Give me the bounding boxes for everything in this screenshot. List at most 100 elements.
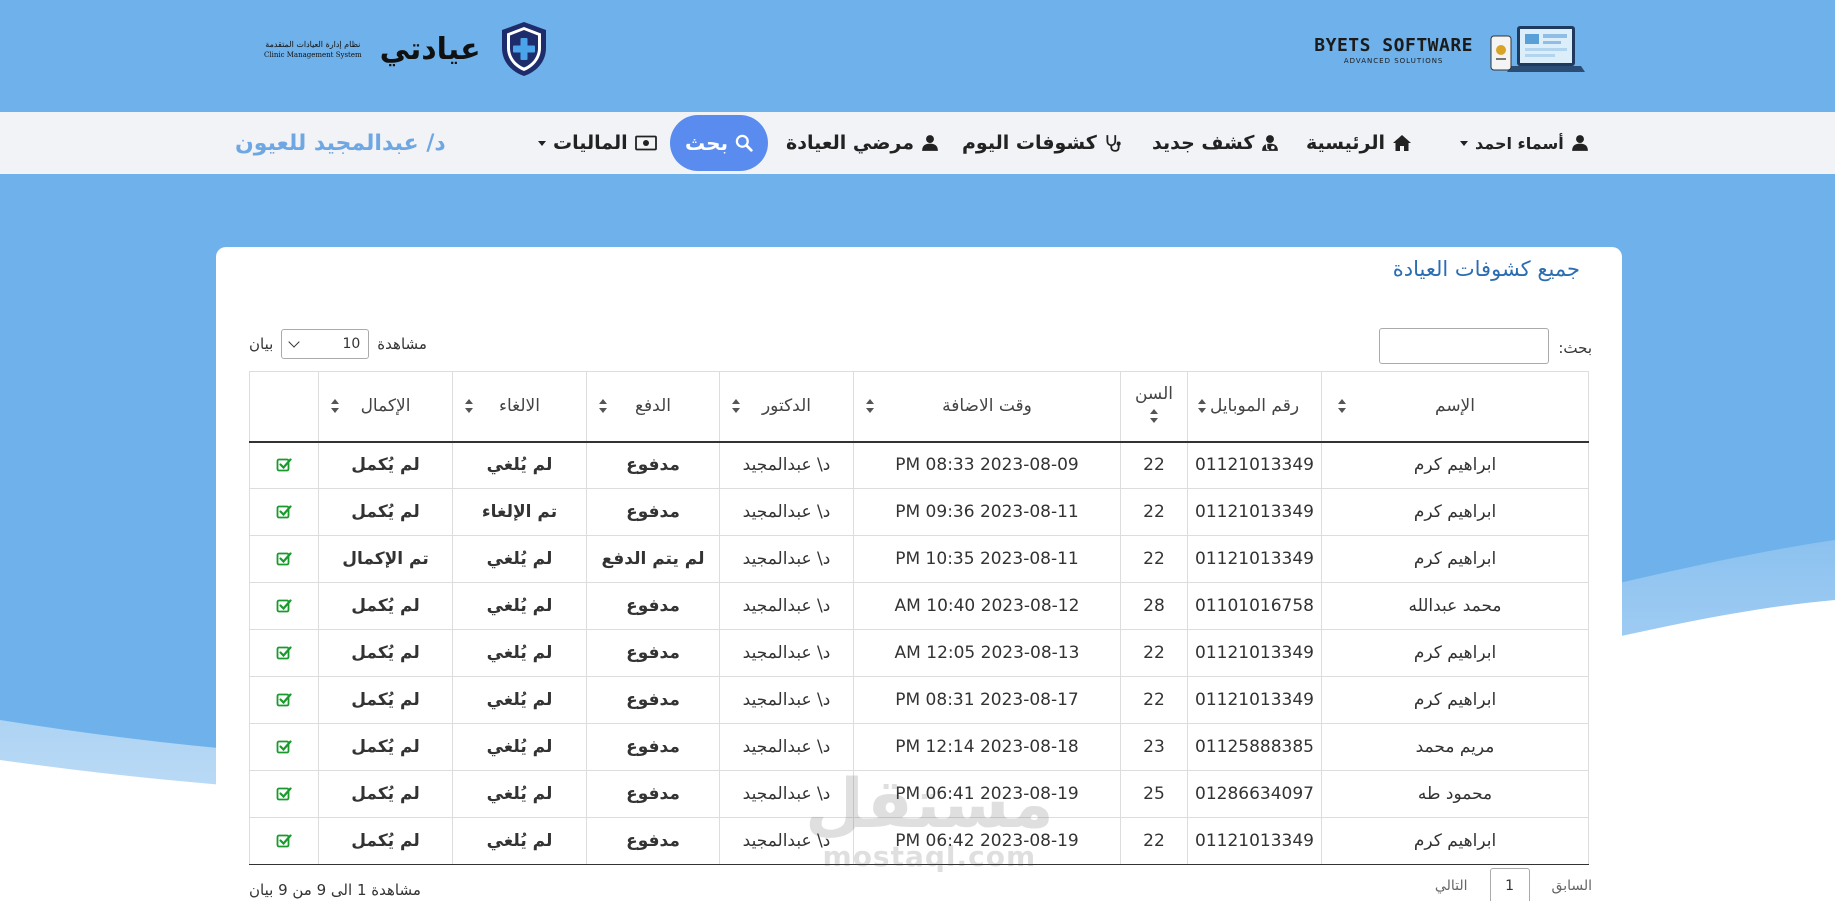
check-square-icon (276, 505, 292, 519)
table-row: ابراهيم كرم 01121013349 22 PM 06:42 2023-08… (249, 817, 1589, 865)
cell-payment: مدفوع (586, 817, 720, 865)
table-row: ابراهيم كرم 01121013349 22 AM 12:05 2023-08… (249, 629, 1589, 677)
system-name-ar: نظام إدارة العيادات المتقدمة (265, 39, 361, 49)
cell-doctor: د\ عبدالمجيد (719, 676, 854, 724)
nav-clinic-patients[interactable]: مرضي العيادة (786, 112, 939, 174)
next-page-button[interactable]: التالي (1435, 878, 1468, 894)
cell-name: مريم محمد (1321, 723, 1589, 771)
cell-added-time: PM 08:31 2023-08-17 (853, 676, 1121, 724)
complete-action-button[interactable] (249, 582, 319, 630)
nav-home[interactable]: الرئيسية (1306, 112, 1412, 174)
column-header-mobile[interactable]: رقم الموبايل (1187, 371, 1322, 443)
page-title: جميع كشوفات العيادة (1392, 257, 1580, 281)
length-suffix: بيان (249, 335, 274, 353)
exams-card: جميع كشوفات العيادة بحث: مشاهدة 10 بيان … (216, 247, 1622, 901)
exams-table: الإسم رقم الموبايل السن وقت الاضافة الدك… (249, 371, 1589, 865)
complete-action-button[interactable] (249, 535, 319, 583)
table-row: ابراهيم كرم 01121013349 22 PM 09:36 2023-08… (249, 488, 1589, 536)
column-header-complete[interactable]: الإكمال (318, 371, 453, 443)
shield-cross-icon (501, 22, 546, 76)
check-square-icon (276, 458, 292, 472)
search-button[interactable]: بحث (670, 115, 768, 171)
length-prefix: مشاهدة (377, 335, 427, 353)
nav-new-exam[interactable]: كشف جديد (1152, 112, 1279, 174)
nav-today-exams[interactable]: كشوفات اليوم (962, 112, 1122, 174)
complete-action-button[interactable] (249, 723, 319, 771)
sort-icon (732, 399, 740, 414)
nav-clinic-patients-label: مرضي العيادة (786, 132, 915, 154)
column-header-age[interactable]: السن (1120, 371, 1188, 443)
column-header-actions (249, 371, 319, 443)
previous-page-button[interactable]: السابق (1552, 878, 1592, 894)
cell-cancel: تم الإلغاء (452, 488, 587, 536)
user-icon (922, 135, 938, 151)
cell-complete: تم الإكمال (318, 535, 453, 583)
table-row: محمود طه 01286634097 25 PM 06:41 2023-08-19… (249, 770, 1589, 818)
table-row: مريم محمد 01125888385 23 PM 12:14 2023-08-1… (249, 723, 1589, 771)
cell-age: 22 (1120, 488, 1188, 536)
cell-age: 22 (1120, 535, 1188, 583)
cell-payment: مدفوع (586, 441, 720, 489)
byets-subtitle: ADVANCED SOLUTIONS (1343, 57, 1444, 65)
doctor-icon (1262, 135, 1279, 151)
stethoscope-icon (1106, 135, 1121, 152)
cell-name: ابراهيم كرم (1321, 629, 1589, 677)
page-number-button[interactable]: 1 (1489, 868, 1530, 901)
cell-cancel: لم يُلغي (452, 723, 587, 771)
cell-mobile: 01121013349 (1187, 629, 1322, 677)
byets-title: BYETS SOFTWARE (1314, 35, 1473, 56)
column-header-added-time[interactable]: وقت الاضافة (853, 371, 1121, 443)
cell-added-time: PM 06:42 2023-08-19 (853, 817, 1121, 865)
cell-complete: لم يُكمل (318, 817, 453, 865)
complete-action-button[interactable] (249, 629, 319, 677)
cell-cancel: لم يُلغي (452, 770, 587, 818)
complete-action-button[interactable] (249, 770, 319, 818)
complete-action-button[interactable] (249, 488, 319, 536)
cell-added-time: PM 08:33 2023-08-09 (853, 441, 1121, 489)
complete-action-button[interactable] (249, 676, 319, 724)
cell-age: 22 (1120, 676, 1188, 724)
sort-icon (331, 399, 339, 414)
cell-complete: لم يُكمل (318, 441, 453, 489)
cell-name: ابراهيم كرم (1321, 676, 1589, 724)
cell-complete: لم يُكمل (318, 723, 453, 771)
complete-action-button[interactable] (249, 441, 319, 489)
search-icon (735, 134, 753, 152)
page-length-control: مشاهدة 10 بيان (249, 329, 427, 359)
cell-added-time: PM 06:41 2023-08-19 (853, 770, 1121, 818)
sort-icon (599, 399, 607, 414)
search-button-label: بحث (684, 131, 729, 155)
table-search-input[interactable] (1379, 328, 1549, 364)
table-info: مشاهدة 1 الى 9 من 9 بيان (249, 881, 421, 899)
cell-doctor: د\ عبدالمجيد (719, 441, 854, 489)
cell-cancel: لم يُلغي (452, 582, 587, 630)
cell-cancel: لم يُلغي (452, 817, 587, 865)
cell-added-time: AM 12:05 2023-08-13 (853, 629, 1121, 677)
cell-doctor: د\ عبدالمجيد (719, 723, 854, 771)
cell-age: 28 (1120, 582, 1188, 630)
cell-mobile: 01125888385 (1187, 723, 1322, 771)
page-length-select[interactable]: 10 (281, 329, 370, 359)
column-header-name[interactable]: الإسم (1321, 371, 1589, 443)
cell-name: ابراهيم كرم (1321, 488, 1589, 536)
column-header-cancel[interactable]: الالغاء (452, 371, 587, 443)
cell-cancel: لم يُلغي (452, 441, 587, 489)
chevron-down-icon (1460, 140, 1468, 146)
pagination: السابق 1 التالي (1435, 868, 1592, 901)
table-row: محمد عبدالله 01101016758 28 AM 10:40 2023-0… (249, 582, 1589, 630)
cell-payment: لم يتم الدفع (586, 535, 720, 583)
column-header-payment[interactable]: الدفع (586, 371, 720, 443)
cell-added-time: AM 10:40 2023-08-12 (853, 582, 1121, 630)
table-row: ابراهيم كرم 01121013349 22 PM 08:33 2023-08… (249, 441, 1589, 489)
nav-finances[interactable]: الماليات (538, 112, 657, 174)
sort-icon (1338, 399, 1346, 414)
navbar: أسماء احمد الرئيسية كشف جديد كشوفات اليو… (0, 112, 1835, 174)
cell-cancel: لم يُلغي (452, 629, 587, 677)
cell-name: محمد عبدالله (1321, 582, 1589, 630)
complete-action-button[interactable] (249, 817, 319, 865)
cell-age: 22 (1120, 817, 1188, 865)
check-square-icon (276, 552, 292, 566)
column-header-doctor[interactable]: الدكتور (719, 371, 854, 443)
cell-name: ابراهيم كرم (1321, 817, 1589, 865)
user-menu[interactable]: أسماء احمد (1460, 112, 1589, 174)
